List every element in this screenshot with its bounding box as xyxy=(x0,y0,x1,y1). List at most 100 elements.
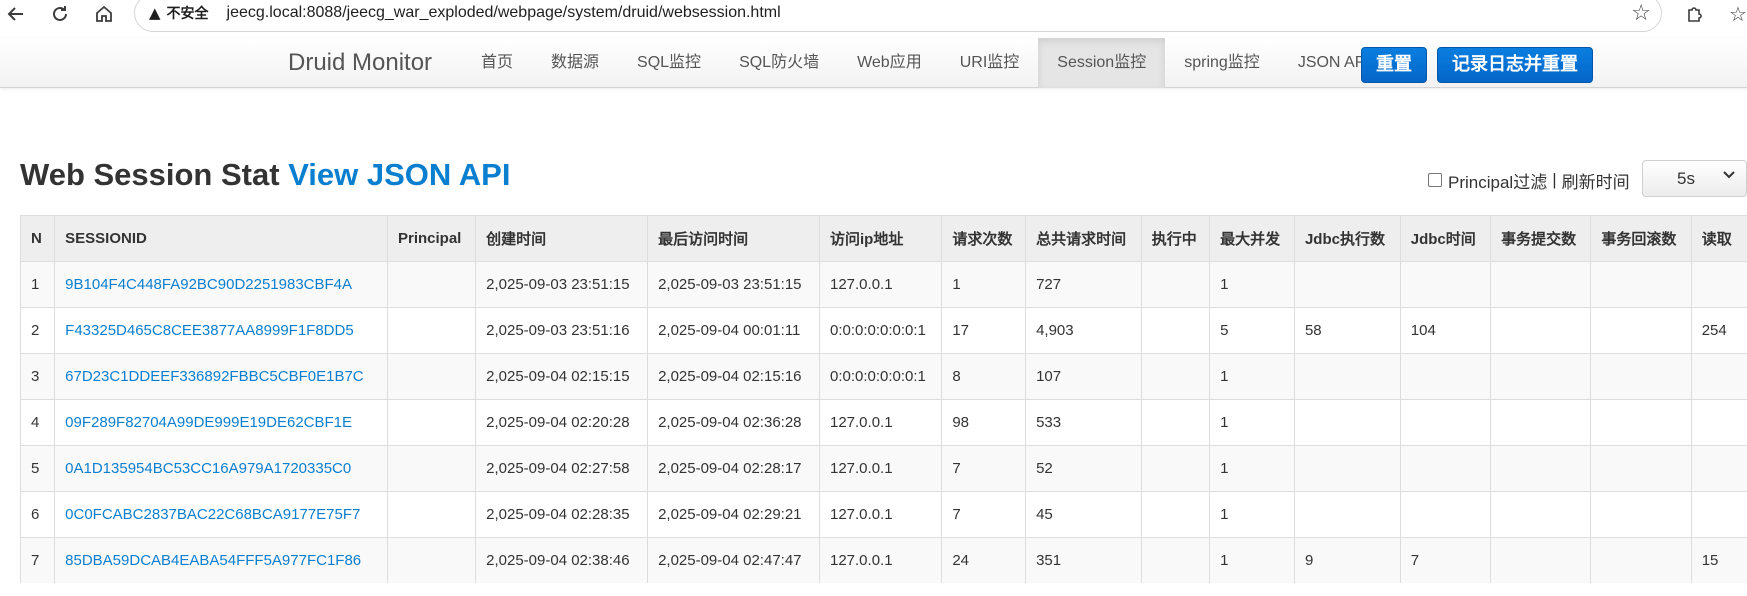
cell-fetch xyxy=(1690,261,1747,308)
column-header-sessionid[interactable]: SESSIONID xyxy=(54,215,388,262)
address-bar[interactable]: ▲ 不安全 jeecg.local:8088/jeecg_war_explode… xyxy=(134,0,1662,32)
refresh-interval-value: 5s xyxy=(1677,168,1695,188)
nav-item-sql[interactable]: SQL监控 xyxy=(618,38,720,88)
reset-button[interactable]: 重置 xyxy=(1361,47,1427,83)
cell-jdbc-time xyxy=(1399,353,1492,400)
column-header-running[interactable]: 执行中 xyxy=(1140,215,1211,262)
cell-create-time: 2,025-09-04 02:38:46 xyxy=(475,537,649,583)
column-header-request-count[interactable]: 请求次数 xyxy=(941,215,1027,262)
session-id-link[interactable]: 9B104F4C448FA92BC90D2251983CBF4A xyxy=(65,276,352,293)
brand-title[interactable]: Druid Monitor xyxy=(288,38,432,88)
column-header-last-access[interactable]: 最后访问时间 xyxy=(647,215,820,262)
cell-rollback xyxy=(1590,307,1692,354)
log-and-reset-button[interactable]: 记录日志并重置 xyxy=(1437,47,1593,83)
nav-item-spring[interactable]: spring监控 xyxy=(1165,38,1279,88)
filter-controls: Principal过滤 | 刷新时间 xyxy=(1428,162,1630,198)
session-id-link[interactable]: 09F289F82704A99DE999E19DE62CBF1E xyxy=(65,414,352,431)
url-text[interactable]: jeecg.local:8088/jeecg_war_exploded/webp… xyxy=(227,4,781,22)
cell-jdbc-time xyxy=(1399,445,1492,492)
cell-fetch xyxy=(1690,399,1747,446)
session-id-link[interactable]: 0C0FCABC2837BAC22C68BCA9177E75F7 xyxy=(65,506,360,523)
table-row: 6 0C0FCABC2837BAC22C68BCA9177E75F7 2,025-0… xyxy=(20,491,1747,538)
back-icon[interactable] xyxy=(2,0,30,28)
cell-jdbc-time xyxy=(1399,399,1492,446)
cell-jdbc-exec xyxy=(1293,261,1401,308)
refresh-interval-select[interactable]: 5s xyxy=(1642,160,1747,197)
cell-concurrent-max: 1 xyxy=(1209,491,1295,538)
cell-sessionid: 85DBA59DCAB4EABA54FFF5A977FC1F86 xyxy=(54,537,388,583)
cell-request-count: 8 xyxy=(941,353,1027,400)
cell-running xyxy=(1140,399,1211,446)
column-header-create-time[interactable]: 创建时间 xyxy=(475,215,649,262)
cell-n: 2 xyxy=(20,307,56,354)
cell-remote-ip: 127.0.0.1 xyxy=(818,491,943,538)
nav-item-session[interactable]: Session监控 xyxy=(1038,38,1166,88)
nav-item-home[interactable]: 首页 xyxy=(462,38,532,88)
cell-running xyxy=(1140,491,1211,538)
table-body: 1 9B104F4C448FA92BC90D2251983CBF4A 2,025-0… xyxy=(20,261,1747,583)
column-header-jdbc-time[interactable]: Jdbc时间 xyxy=(1399,215,1492,262)
nav-item-uri[interactable]: URI监控 xyxy=(941,38,1039,88)
session-id-link[interactable]: F43325D465C8CEE3877AA8999F1F8DD5 xyxy=(65,322,354,339)
cell-jdbc-time: 104 xyxy=(1399,307,1492,354)
column-header-principal[interactable]: Principal xyxy=(386,215,477,262)
session-id-link[interactable]: 85DBA59DCAB4EABA54FFF5A977FC1F86 xyxy=(65,552,361,569)
principal-filter-checkbox[interactable] xyxy=(1428,173,1442,187)
star-icon[interactable]: ☆ xyxy=(1631,1,1651,26)
column-header-rollback[interactable]: 事务回滚数 xyxy=(1590,215,1692,262)
column-header-commit[interactable]: 事务提交数 xyxy=(1490,215,1592,262)
extension-icon[interactable] xyxy=(1680,0,1708,28)
cell-jdbc-time: 7 xyxy=(1399,537,1492,583)
cell-sessionid: F43325D465C8CEE3877AA8999F1F8DD5 xyxy=(54,307,388,354)
cell-fetch xyxy=(1690,353,1747,400)
reload-icon[interactable] xyxy=(46,0,74,28)
cell-request-time: 351 xyxy=(1025,537,1142,583)
table-row: 2 F43325D465C8CEE3877AA8999F1F8DD5 2,025-0… xyxy=(20,307,1747,354)
cell-create-time: 2,025-09-04 02:15:15 xyxy=(475,353,649,400)
cell-sessionid: 9B104F4C448FA92BC90D2251983CBF4A xyxy=(54,261,388,308)
cell-request-time: 52 xyxy=(1025,445,1142,492)
cell-last-access: 2,025-09-04 02:36:28 xyxy=(647,399,820,446)
cell-rollback xyxy=(1590,261,1692,308)
cell-concurrent-max: 1 xyxy=(1209,261,1295,308)
column-header-fetch[interactable]: 读取 xyxy=(1690,215,1747,262)
page-title-text: Web Session Stat xyxy=(20,157,280,192)
cell-running xyxy=(1140,307,1211,354)
cell-commit xyxy=(1490,307,1592,354)
cell-n: 3 xyxy=(20,353,56,400)
column-header-n[interactable]: N xyxy=(20,215,56,262)
cell-fetch: 254 xyxy=(1690,307,1747,354)
cell-fetch xyxy=(1690,491,1747,538)
cell-request-time: 533 xyxy=(1025,399,1142,446)
cell-rollback xyxy=(1590,399,1692,446)
warning-icon[interactable]: ▲ xyxy=(149,4,161,22)
cell-commit xyxy=(1490,261,1592,308)
refresh-label: 刷新时间 xyxy=(1561,172,1630,192)
security-label[interactable]: 不安全 xyxy=(167,3,209,23)
favorites-icon[interactable]: ☆ xyxy=(1724,0,1747,28)
cell-create-time: 2,025-09-04 02:20:28 xyxy=(475,399,649,446)
table-header-row: N SESSIONID Principal 创建时间 最后访问时间 访问ip地址… xyxy=(20,215,1747,262)
nav-item-datasource[interactable]: 数据源 xyxy=(532,38,618,88)
column-header-jdbc-exec[interactable]: Jdbc执行数 xyxy=(1293,215,1401,262)
column-header-concurrent-max[interactable]: 最大并发 xyxy=(1209,215,1295,262)
view-json-api-link[interactable]: View JSON API xyxy=(288,157,510,192)
cell-rollback xyxy=(1590,353,1692,400)
nav-item-web-app[interactable]: Web应用 xyxy=(838,38,941,88)
column-header-remote-ip[interactable]: 访问ip地址 xyxy=(818,215,943,262)
cell-concurrent-max: 1 xyxy=(1209,537,1295,583)
table-row: 4 09F289F82704A99DE999E19DE62CBF1E 2,025-0… xyxy=(20,399,1747,446)
cell-last-access: 2,025-09-04 02:29:21 xyxy=(647,491,820,538)
cell-request-count: 24 xyxy=(941,537,1027,583)
nav-item-sql-firewall[interactable]: SQL防火墙 xyxy=(720,38,838,88)
cell-fetch: 15 xyxy=(1690,537,1747,583)
home-icon[interactable] xyxy=(90,0,118,28)
cell-jdbc-exec: 9 xyxy=(1293,537,1401,583)
top-navbar: Druid Monitor 首页 数据源 SQL监控 SQL防火墙 Web应用 … xyxy=(0,38,1747,88)
cell-create-time: 2,025-09-03 23:51:15 xyxy=(475,261,649,308)
session-id-link[interactable]: 0A1D135954BC53CC16A979A1720335C0 xyxy=(65,460,351,477)
cell-request-count: 98 xyxy=(941,399,1027,446)
session-id-link[interactable]: 67D23C1DDEEF336892FBBC5CBF0E1B7C xyxy=(65,368,363,385)
column-header-request-time[interactable]: 总共请求时间 xyxy=(1025,215,1142,262)
separator: | xyxy=(1552,170,1557,189)
